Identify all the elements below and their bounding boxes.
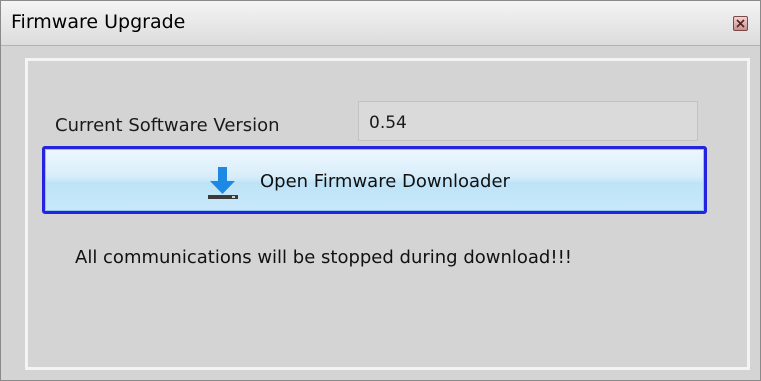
download-icon xyxy=(208,167,238,199)
close-icon xyxy=(736,19,745,28)
current-version-field: 0.54 xyxy=(358,101,698,141)
download-warning-text: All communications will be stopped durin… xyxy=(75,247,573,268)
open-firmware-downloader-label: Open Firmware Downloader xyxy=(260,171,510,192)
current-version-value: 0.54 xyxy=(369,113,407,133)
title-bar[interactable]: Firmware Upgrade xyxy=(1,1,760,46)
window-title: Firmware Upgrade xyxy=(11,11,186,33)
open-firmware-downloader-button[interactable]: Open Firmware Downloader xyxy=(42,146,707,214)
close-button[interactable] xyxy=(733,16,748,31)
current-version-label: Current Software Version xyxy=(55,115,280,136)
firmware-upgrade-window: Firmware Upgrade Current Software Versio… xyxy=(0,0,761,381)
